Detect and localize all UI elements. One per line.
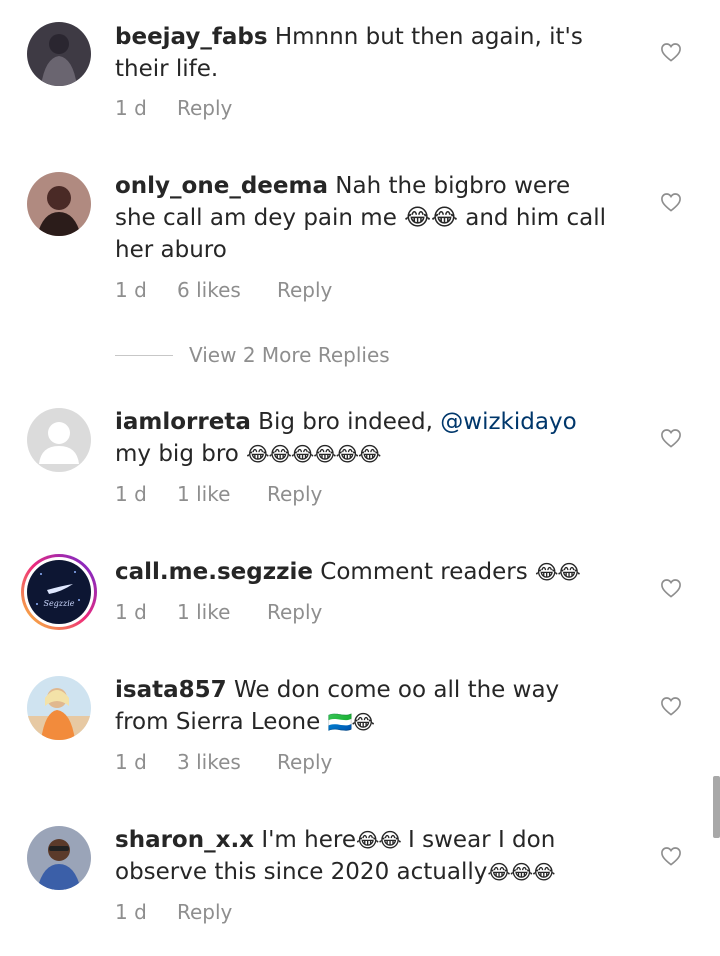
divider [115,354,173,356]
comment-text: sharon_x.x I'm here😂😂 I swear I don obse… [115,824,615,888]
avatar: Segzzie [24,557,94,627]
scrollbar[interactable] [713,776,720,838]
heart-icon[interactable] [660,696,682,716]
comment-text: call.me.segzzie Comment readers 😂😂 [115,556,615,588]
avatar[interactable] [27,676,91,740]
comment-text: only_one_deema Nah the bigbro were she c… [115,170,615,266]
comment-text: beejay_fabs Hmnnn but then again, it's t… [115,21,615,85]
avatar[interactable] [27,172,91,236]
likes-count[interactable]: 3 likes [177,750,277,774]
avatar-story-ring[interactable]: Segzzie [21,554,97,630]
avatar[interactable] [27,22,91,86]
comment-time: 1 d [115,96,147,120]
likes-count[interactable]: 1 like [177,600,267,624]
reply-button[interactable]: Reply [267,600,322,624]
username-link[interactable]: beejay_fabs [115,24,268,50]
reply-button[interactable]: Reply [267,482,322,506]
heart-icon[interactable] [660,192,682,212]
username-link[interactable]: call.me.segzzie [115,559,313,585]
comment-meta: 1 d 1 like Reply [115,482,322,506]
comment-time: 1 d [115,600,147,624]
username-link[interactable]: only_one_deema [115,173,328,199]
comment-body: Comment readers [320,559,528,585]
comment-time: 1 d [115,278,147,302]
username-link[interactable]: sharon_x.x [115,827,254,853]
comment-body: Big bro indeed, [258,409,441,435]
svg-text:Segzzie: Segzzie [43,599,74,608]
emoji: 😂😂 [355,828,402,852]
comment-meta: 1 d 3 likes Reply [115,750,332,774]
heart-icon[interactable] [660,428,682,448]
avatar[interactable] [27,408,91,472]
avatar[interactable] [27,826,91,890]
heart-icon[interactable] [660,846,682,866]
emoji: 😂😂😂 [487,860,555,884]
view-more-replies-button[interactable]: View 2 More Replies [115,340,390,370]
likes-count[interactable]: 6 likes [177,278,277,302]
mention-link[interactable]: @wizkidayo [440,409,576,435]
reply-button[interactable]: Reply [177,900,232,924]
reply-button[interactable]: Reply [277,750,332,774]
comment-meta: 1 d 1 like Reply [115,600,322,624]
reply-button[interactable]: Reply [177,96,232,120]
comment-time: 1 d [115,750,147,774]
comment-time: 1 d [115,482,147,506]
comment-body: my big bro [115,441,239,467]
emoji: 😂😂 [535,560,581,584]
comment-meta: 1 d Reply [115,900,232,924]
comment-time: 1 d [115,900,147,924]
username-link[interactable]: iamlorreta [115,409,251,435]
heart-icon[interactable] [660,578,682,598]
comment-meta: 1 d Reply [115,96,232,120]
comment-text: iamlorreta Big bro indeed, @wizkidayo my… [115,406,615,470]
comment-meta: 1 d 6 likes Reply [115,278,332,302]
emoji: 🇸🇱😂 [327,710,375,734]
reply-button[interactable]: Reply [277,278,332,302]
emoji: 😂😂😂😂😂😂 [246,442,381,466]
view-more-label: View 2 More Replies [189,343,390,367]
comment-text: isata857 We don come oo all the way from… [115,674,615,738]
comment-body: I'm here [261,827,356,853]
username-link[interactable]: isata857 [115,677,227,703]
likes-count[interactable]: 1 like [177,482,267,506]
heart-icon[interactable] [660,42,682,62]
